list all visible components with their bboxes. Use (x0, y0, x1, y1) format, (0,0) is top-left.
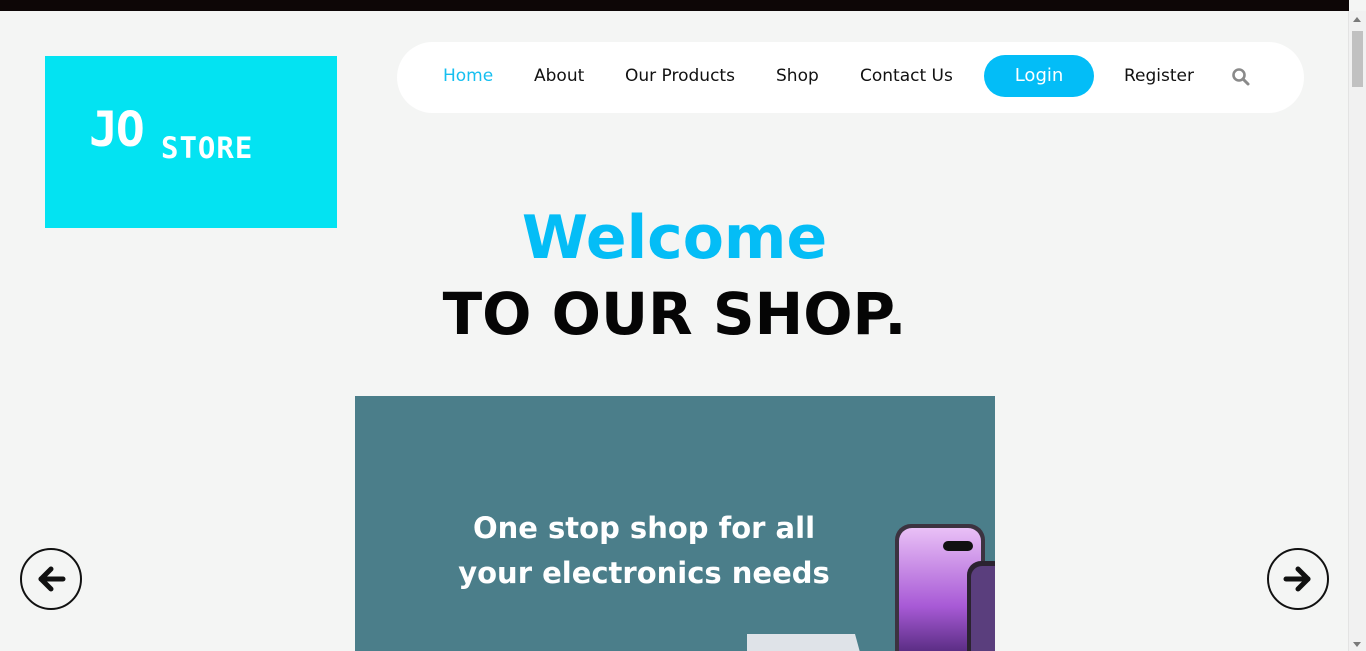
hero-subtitle: TO OUR SHOP. (442, 280, 907, 348)
scroll-down-arrow-icon[interactable] (1353, 642, 1361, 647)
arrow-left-icon (38, 566, 66, 592)
arrow-right-icon (1283, 566, 1311, 592)
banner-headline: One stop shop for all your electronics n… (435, 506, 853, 596)
nav-item-about[interactable]: About (534, 42, 584, 113)
banner-line-1: One stop shop for all (472, 511, 816, 545)
login-button[interactable]: Login (984, 55, 1094, 97)
logo-text-top: JO (89, 102, 143, 158)
scrollbar[interactable] (1348, 11, 1366, 651)
nav-item-contact-us[interactable]: Contact Us (860, 42, 953, 113)
nav-item-our-products[interactable]: Our Products (625, 42, 735, 113)
main-navigation: Home About Our Products Shop Contact Us … (397, 42, 1304, 113)
carousel-next-button[interactable] (1267, 548, 1329, 610)
register-link[interactable]: Register (1124, 42, 1194, 113)
scrollbar-thumb[interactable] (1352, 31, 1363, 87)
hero-title: Welcome (521, 203, 828, 273)
nav-item-shop[interactable]: Shop (776, 42, 819, 113)
scroll-up-arrow-icon[interactable] (1353, 17, 1361, 22)
logo-text-bottom: STORE (161, 131, 253, 165)
search-icon[interactable] (1231, 67, 1251, 87)
carousel-slide-banner[interactable]: One stop shop for all your electronics n… (355, 396, 995, 651)
banner-line-2: your electronics needs (458, 556, 830, 590)
carousel-prev-button[interactable] (20, 548, 82, 610)
top-bar (0, 0, 1349, 11)
nav-item-home[interactable]: Home (443, 42, 493, 113)
